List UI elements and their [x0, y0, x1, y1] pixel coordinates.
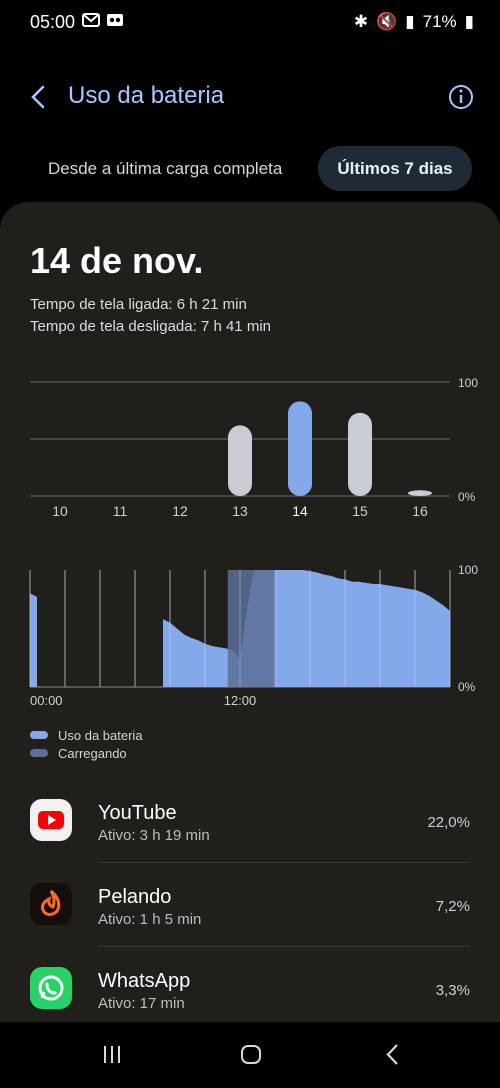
legend-charging: Carregando — [30, 744, 330, 762]
list-item-pelando[interactable]: Pelando Ativo: 1 h 5 min 7,2% — [0, 862, 500, 946]
bar-13 — [228, 425, 252, 496]
app-percent: 7,2% — [435, 898, 470, 915]
tab-since-full-charge[interactable]: Desde a última carga completa — [48, 159, 282, 179]
bar-16 — [408, 490, 432, 496]
bar-tick-label-13: 13 — [232, 503, 248, 519]
page-title: Uso da bateria — [68, 82, 225, 109]
app-name: YouTube — [98, 802, 177, 824]
bar-15 — [348, 412, 372, 496]
battery-area-0 — [30, 593, 37, 687]
back-arrow-icon[interactable] — [22, 80, 56, 114]
area-x-tick-1200: 12:00 — [224, 693, 257, 708]
selected-date: 14 de nov. — [30, 240, 204, 281]
bar-y-tick-bottom: 0% — [458, 490, 476, 504]
bar-y-tick-top: 100 — [458, 376, 478, 390]
app-percent: 22,0% — [427, 814, 470, 831]
bluetooth-icon: ✱ — [353, 12, 369, 31]
legend-label-charging: Carregando — [58, 745, 127, 761]
signal-icon: ▮ — [405, 12, 415, 31]
list-item-whatsapp[interactable]: WhatsApp Ativo: 17 min 3,3% — [0, 946, 500, 1030]
app-active-time: Ativo: 3 h 19 min — [98, 827, 210, 844]
bar-tick-label-10: 10 — [52, 503, 68, 519]
bar-tick-label-15: 15 — [352, 503, 368, 519]
gmail-icon — [82, 13, 100, 27]
battery-icon: ▮ — [464, 12, 474, 31]
app-active-time: Ativo: 17 min — [98, 995, 185, 1012]
pelando-icon — [30, 883, 72, 925]
status-bar: 05:00 ✱ 🔇 ▮ 71% ▮ — [0, 0, 500, 46]
screen-off-time: Tempo de tela desligada: 7 h 41 min — [30, 318, 271, 335]
whatsapp-icon — [30, 967, 72, 1009]
time-range-tabs: Desde a última carga completa Últimos 7 … — [0, 146, 500, 194]
list-item-youtube[interactable]: YouTube Ativo: 3 h 19 min 22,0% — [0, 778, 500, 862]
status-time: 05:00 — [30, 12, 76, 32]
bar-tick-label-16: 16 — [412, 503, 428, 519]
charging-band-0 — [227, 570, 275, 687]
screen-on-time: Tempo de tela ligada: 6 h 21 min — [30, 296, 247, 313]
status-notification-icons — [82, 12, 124, 28]
battery-charts: 10 11 12 13 14 15 16 100 0% 00:00 12:00 100 0% — [29, 376, 478, 708]
legend-battery-usage: Uso da bateria — [30, 726, 330, 744]
youtube-icon — [30, 799, 72, 841]
legend-swatch-battery — [30, 731, 48, 739]
bar-14 — [288, 401, 312, 496]
info-icon[interactable] — [446, 82, 476, 112]
area-y-tick-top: 100 — [458, 563, 478, 577]
battery-area-1 — [163, 570, 450, 687]
legend-label-battery: Uso da bateria — [58, 727, 143, 743]
home-icon[interactable] — [241, 1045, 261, 1064]
bar-tick-label-12: 12 — [172, 503, 188, 519]
app-active-time: Ativo: 1 h 5 min — [98, 911, 202, 928]
area-x-tick-0000: 00:00 — [30, 693, 63, 708]
voicemail-icon — [107, 14, 123, 26]
app-name: WhatsApp — [98, 970, 191, 992]
app-percent: 3,3% — [435, 982, 470, 999]
navigation-bar — [0, 1026, 500, 1083]
mute-icon: 🔇 — [376, 12, 398, 31]
back-icon[interactable] — [386, 1044, 398, 1065]
status-right: ✱ 🔇 ▮ 71% ▮ — [354, 12, 474, 32]
bar-tick-label-11: 11 — [113, 503, 128, 519]
app-name: Pelando — [98, 886, 172, 908]
chart-legend: Uso da bateria Carregando — [30, 726, 330, 762]
bar-tick-label-14: 14 — [292, 503, 308, 519]
legend-swatch-charging — [30, 749, 48, 757]
header: Uso da bateria — [0, 70, 500, 126]
tab-last-7-days[interactable]: Últimos 7 dias — [318, 146, 472, 191]
recents-icon[interactable] — [104, 1046, 120, 1063]
area-y-tick-bottom: 0% — [458, 680, 476, 694]
battery-percent: 71% — [422, 12, 457, 31]
